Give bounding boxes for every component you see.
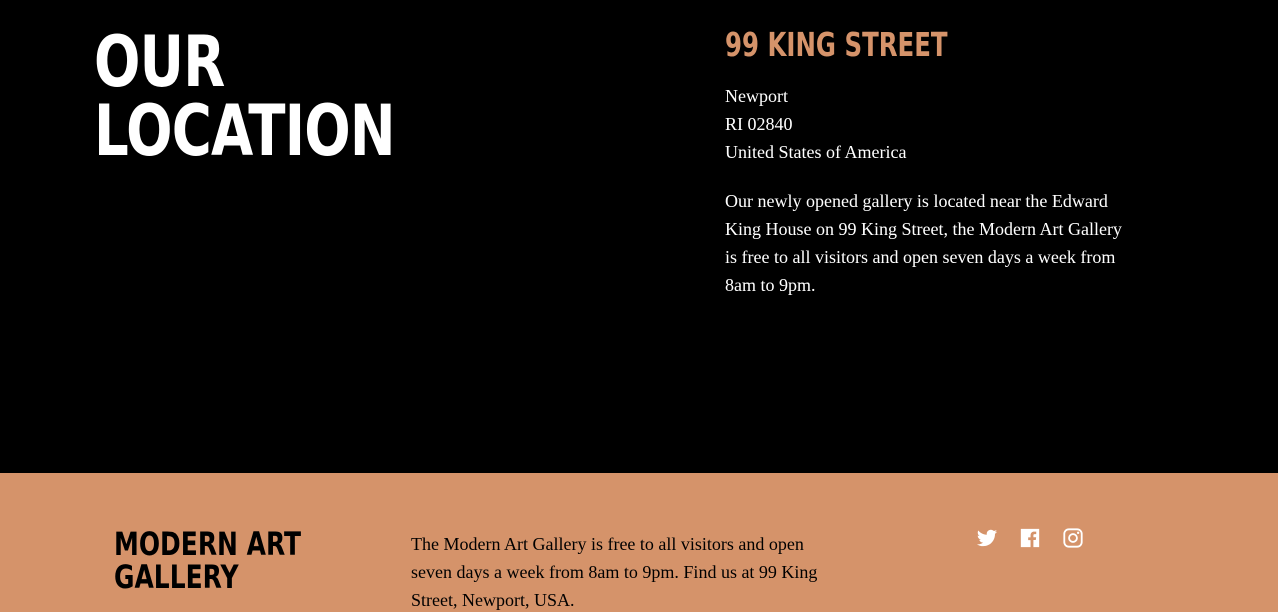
footer-logo[interactable]: MODERN ART GALLERY <box>114 528 301 594</box>
location-section: OUR LOCATION 99 KING STREET Newport RI 0… <box>0 0 1278 473</box>
address-country: United States of America <box>725 142 907 162</box>
address-city: Newport <box>725 86 788 106</box>
location-description: Our newly opened gallery is located near… <box>725 191 1122 295</box>
instagram-link[interactable] <box>1062 527 1084 549</box>
instagram-icon <box>1063 528 1083 548</box>
twitter-icon <box>976 529 998 547</box>
social-links <box>976 527 1084 549</box>
footer-description: The Modern Art Gallery is free to all vi… <box>411 534 818 610</box>
address-block: Newport RI 02840 United States of Americ… <box>725 82 906 166</box>
facebook-link[interactable] <box>1019 527 1041 549</box>
location-heading: OUR LOCATION <box>94 21 396 172</box>
location-heading-line1: OUR <box>94 21 225 103</box>
footer-logo-line2: GALLERY <box>114 558 239 596</box>
address-title: 99 KING STREET <box>725 25 948 64</box>
site-footer: MODERN ART GALLERY The Modern Art Galler… <box>0 473 1278 612</box>
facebook-icon <box>1020 528 1040 548</box>
address-state-zip: RI 02840 <box>725 114 793 134</box>
location-heading-line2: LOCATION <box>94 90 396 172</box>
footer-logo-line1: MODERN ART <box>114 525 302 563</box>
twitter-link[interactable] <box>976 527 998 549</box>
